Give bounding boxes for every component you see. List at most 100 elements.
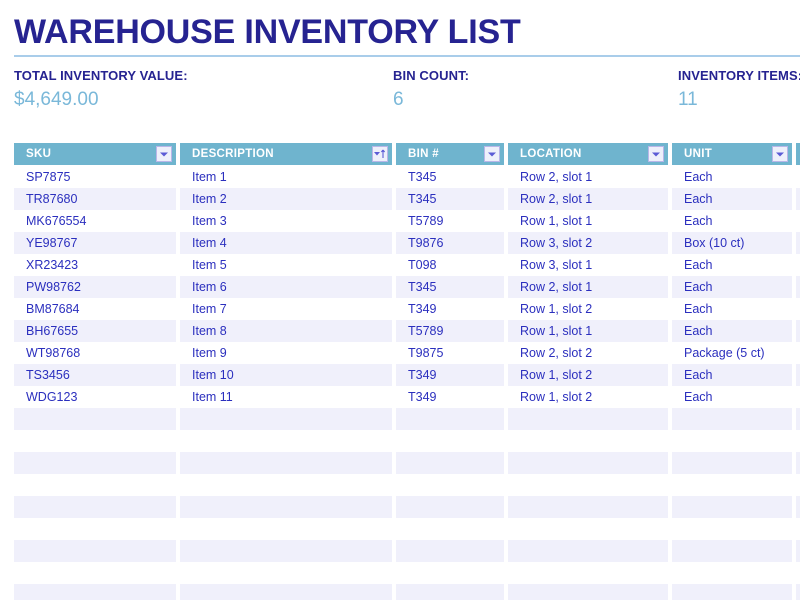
cell-description[interactable] (180, 430, 392, 452)
cell-sku[interactable]: MK676554 (14, 210, 176, 232)
cell-sku[interactable] (14, 496, 176, 518)
cell-bin[interactable] (396, 430, 504, 452)
cell-bin[interactable]: T9876 (396, 232, 504, 254)
cell-location[interactable]: Row 1, slot 2 (508, 386, 668, 408)
table-row[interactable]: PW98762 Item 6 T345 Row 2, slot 1 Each (14, 276, 800, 298)
filter-dropdown-icon[interactable] (772, 146, 788, 162)
filter-dropdown-icon[interactable] (156, 146, 172, 162)
filter-dropdown-icon[interactable] (484, 146, 500, 162)
cell-bin[interactable] (396, 408, 504, 430)
cell-sku[interactable]: PW98762 (14, 276, 176, 298)
cell-description[interactable]: Item 3 (180, 210, 392, 232)
cell-unit[interactable]: Each (672, 320, 792, 342)
cell-description[interactable] (180, 408, 392, 430)
cell-bin[interactable] (396, 496, 504, 518)
cell-description[interactable]: Item 5 (180, 254, 392, 276)
cell-bin[interactable] (396, 562, 504, 584)
cell-description[interactable] (180, 518, 392, 540)
cell-unit[interactable] (672, 584, 792, 600)
cell-overflow[interactable] (796, 276, 800, 298)
cell-sku[interactable]: WDG123 (14, 386, 176, 408)
cell-description[interactable]: Item 10 (180, 364, 392, 386)
cell-location[interactable]: Row 3, slot 1 (508, 254, 668, 276)
table-row[interactable]: TR87680 Item 2 T345 Row 2, slot 1 Each (14, 188, 800, 210)
cell-unit[interactable]: Each (672, 166, 792, 188)
cell-description[interactable]: Item 9 (180, 342, 392, 364)
table-row[interactable]: WT98768 Item 9 T9875 Row 2, slot 2 Package (… (14, 342, 800, 364)
cell-overflow[interactable] (796, 254, 800, 276)
cell-sku[interactable] (14, 518, 176, 540)
table-row[interactable]: YE98767 Item 4 T9876 Row 3, slot 2 Box (10 c… (14, 232, 800, 254)
cell-overflow[interactable] (796, 474, 800, 496)
cell-location[interactable]: Row 2, slot 1 (508, 276, 668, 298)
cell-overflow[interactable] (796, 518, 800, 540)
cell-location[interactable]: Row 2, slot 1 (508, 188, 668, 210)
filter-dropdown-icon[interactable] (648, 146, 664, 162)
table-row-empty[interactable] (14, 408, 800, 430)
cell-bin[interactable] (396, 474, 504, 496)
cell-unit[interactable]: Each (672, 254, 792, 276)
column-header-overflow[interactable] (796, 143, 800, 165)
cell-unit[interactable] (672, 518, 792, 540)
column-header-bin[interactable]: BIN # (396, 143, 504, 165)
cell-bin[interactable]: T349 (396, 364, 504, 386)
cell-overflow[interactable] (796, 166, 800, 188)
cell-bin[interactable]: T5789 (396, 320, 504, 342)
cell-unit[interactable] (672, 408, 792, 430)
cell-unit[interactable] (672, 474, 792, 496)
cell-bin[interactable]: T349 (396, 386, 504, 408)
table-row[interactable]: TS3456 Item 10 T349 Row 1, slot 2 Each (14, 364, 800, 386)
cell-unit[interactable]: Box (10 ct) (672, 232, 792, 254)
cell-bin[interactable] (396, 584, 504, 600)
cell-overflow[interactable] (796, 232, 800, 254)
cell-sku[interactable]: TS3456 (14, 364, 176, 386)
table-row-empty[interactable] (14, 562, 800, 584)
cell-sku[interactable]: YE98767 (14, 232, 176, 254)
cell-description[interactable]: Item 2 (180, 188, 392, 210)
cell-location[interactable] (508, 496, 668, 518)
cell-description[interactable] (180, 496, 392, 518)
cell-location[interactable]: Row 2, slot 1 (508, 166, 668, 188)
cell-overflow[interactable] (796, 430, 800, 452)
cell-sku[interactable] (14, 474, 176, 496)
table-row[interactable]: MK676554 Item 3 T5789 Row 1, slot 1 Each (14, 210, 800, 232)
cell-unit[interactable] (672, 496, 792, 518)
cell-unit[interactable]: Each (672, 364, 792, 386)
cell-overflow[interactable] (796, 386, 800, 408)
cell-description[interactable]: Item 11 (180, 386, 392, 408)
cell-overflow[interactable] (796, 298, 800, 320)
cell-sku[interactable] (14, 540, 176, 562)
cell-location[interactable] (508, 452, 668, 474)
table-row-empty[interactable] (14, 540, 800, 562)
cell-bin[interactable]: T345 (396, 188, 504, 210)
cell-overflow[interactable] (796, 364, 800, 386)
cell-description[interactable] (180, 584, 392, 600)
cell-location[interactable]: Row 2, slot 2 (508, 342, 668, 364)
cell-unit[interactable]: Each (672, 210, 792, 232)
cell-bin[interactable]: T345 (396, 166, 504, 188)
cell-sku[interactable] (14, 452, 176, 474)
cell-sku[interactable] (14, 430, 176, 452)
cell-overflow[interactable] (796, 188, 800, 210)
table-row-empty[interactable] (14, 518, 800, 540)
column-header-unit[interactable]: UNIT (672, 143, 792, 165)
table-row[interactable]: BH67655 Item 8 T5789 Row 1, slot 1 Each (14, 320, 800, 342)
cell-sku[interactable]: SP7875 (14, 166, 176, 188)
cell-bin[interactable]: T5789 (396, 210, 504, 232)
cell-overflow[interactable] (796, 342, 800, 364)
cell-sku[interactable]: WT98768 (14, 342, 176, 364)
cell-location[interactable] (508, 430, 668, 452)
cell-description[interactable] (180, 540, 392, 562)
cell-location[interactable]: Row 1, slot 1 (508, 210, 668, 232)
table-row-empty[interactable] (14, 430, 800, 452)
cell-location[interactable] (508, 540, 668, 562)
cell-unit[interactable]: Each (672, 298, 792, 320)
cell-location[interactable] (508, 518, 668, 540)
cell-unit[interactable] (672, 452, 792, 474)
cell-sku[interactable] (14, 584, 176, 600)
cell-location[interactable] (508, 474, 668, 496)
cell-unit[interactable]: Package (5 ct) (672, 342, 792, 364)
cell-overflow[interactable] (796, 584, 800, 600)
cell-unit[interactable]: Each (672, 188, 792, 210)
cell-location[interactable]: Row 1, slot 1 (508, 320, 668, 342)
